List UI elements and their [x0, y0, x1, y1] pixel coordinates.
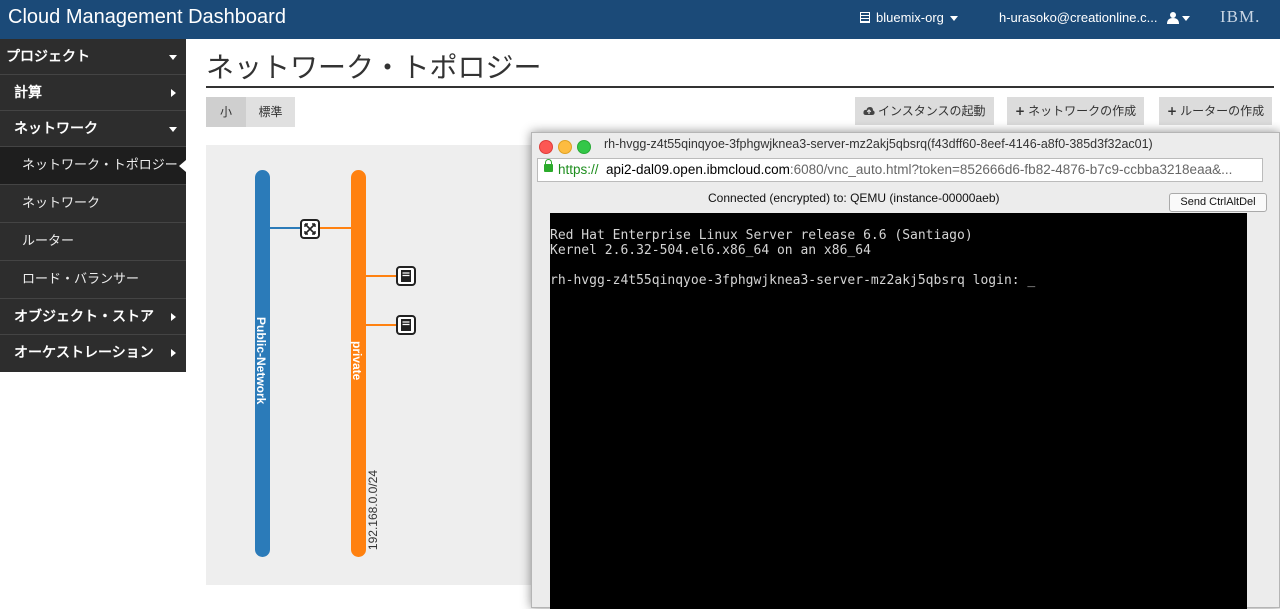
- sidebar-item-load-balancers[interactable]: ロード・バランサー: [0, 261, 186, 299]
- ibm-logo: IBM.: [1220, 7, 1261, 26]
- title-divider: [206, 86, 1274, 88]
- url-scheme: https://: [558, 162, 599, 177]
- chevron-down-icon: [169, 55, 177, 60]
- sidebar-item-label: プロジェクト: [6, 49, 90, 65]
- public-network-label: Public-Network: [254, 317, 268, 405]
- org-icon: [860, 12, 870, 23]
- minimize-window-icon[interactable]: [558, 140, 572, 154]
- instance-link-line: [366, 324, 396, 326]
- url-host: api2-dal09.open.ibmcloud.com: [606, 162, 790, 177]
- size-small-button[interactable]: 小: [206, 97, 246, 127]
- maximize-window-icon[interactable]: [577, 140, 591, 154]
- instance-icon[interactable]: [396, 266, 416, 290]
- chevron-right-icon: [171, 89, 176, 97]
- window-title: rh-hvgg-z4t55qinqyoe-3fphgwjknea3-server…: [604, 137, 1153, 151]
- sidebar-item-label: ルーター: [22, 234, 75, 249]
- sidebar-item-network-topology[interactable]: ネットワーク・トポロジー: [0, 147, 186, 185]
- sidebar-item-label: オブジェクト・ストア: [14, 309, 154, 325]
- sidebar-item-orchestration[interactable]: オーケストレーション: [0, 335, 186, 371]
- address-bar[interactable]: https:// api2-dal09.open.ibmcloud.com:60…: [537, 158, 1263, 182]
- app-title[interactable]: Cloud Management Dashboard: [8, 6, 286, 29]
- sidebar-item-label: ネットワーク・トポロジー: [22, 158, 178, 173]
- sidebar-item-label: ロード・バランサー: [22, 272, 140, 287]
- vnc-console-window: rh-hvgg-z4t55qinqyoe-3fphgwjknea3-server…: [531, 132, 1280, 609]
- cloud-upload-icon: [863, 98, 875, 126]
- instance-icon[interactable]: [396, 315, 416, 339]
- vnc-console-screen[interactable]: Red Hat Enterprise Linux Server release …: [550, 213, 1247, 609]
- private-network-label: private: [350, 341, 364, 381]
- router-link-line: [319, 227, 351, 229]
- user-menu[interactable]: h-urasoko@creationline.c...: [999, 10, 1191, 27]
- plus-icon: +: [1015, 104, 1026, 118]
- page-title: ネットワーク・トポロジー: [206, 51, 542, 84]
- connection-status: Connected (encrypted) to: QEMU (instance…: [708, 191, 1000, 205]
- plus-icon: +: [1167, 104, 1178, 118]
- create-network-label: ネットワークの作成: [1028, 104, 1137, 118]
- sidebar-item-label: オーケストレーション: [14, 345, 154, 361]
- chevron-down-icon: [1182, 16, 1191, 22]
- console-line: Kernel 2.6.32-504.el6.x86_64 on an x86_6…: [550, 243, 871, 258]
- org-selector[interactable]: bluemix-org: [860, 10, 958, 25]
- top-navbar: Cloud Management Dashboard bluemix-org h…: [0, 0, 1280, 39]
- send-ctrl-alt-del-button[interactable]: Send CtrlAltDel: [1169, 193, 1267, 212]
- user-email: h-urasoko@creationline.c...: [999, 10, 1158, 25]
- launch-instance-button[interactable]: インスタンスの起動: [855, 97, 994, 125]
- create-router-label: ルーターの作成: [1180, 104, 1265, 118]
- sidebar-item-label: ネットワーク: [14, 121, 98, 137]
- router-link-line: [269, 227, 301, 229]
- close-window-icon[interactable]: [539, 140, 553, 154]
- console-line: Red Hat Enterprise Linux Server release …: [550, 228, 973, 243]
- user-icon: [1167, 11, 1180, 27]
- console-output: Red Hat Enterprise Linux Server release …: [550, 228, 1035, 288]
- org-label: bluemix-org: [876, 10, 944, 25]
- launch-instance-label: インスタンスの起動: [878, 104, 986, 118]
- sidebar-item-project[interactable]: プロジェクト: [0, 39, 186, 75]
- chevron-right-icon: [171, 313, 176, 321]
- instance-link-line: [366, 275, 396, 277]
- chevron-down-icon: [949, 16, 958, 22]
- sidebar-item-label: ネットワーク: [22, 196, 101, 211]
- router-icon[interactable]: [300, 219, 320, 243]
- sidebar-item-networks[interactable]: ネットワーク: [0, 185, 186, 223]
- lock-icon: [544, 159, 553, 172]
- active-indicator: [179, 160, 186, 172]
- sidebar: プロジェクト 計算 ネットワーク ネットワーク・トポロジー ネットワーク ルータ…: [0, 39, 186, 372]
- console-line: rh-hvgg-z4t55qinqyoe-3fphgwjknea3-server…: [550, 273, 1036, 288]
- size-normal-button[interactable]: 標準: [246, 97, 295, 127]
- sidebar-item-object-store[interactable]: オブジェクト・ストア: [0, 299, 186, 335]
- create-router-button[interactable]: + ルーターの作成: [1159, 97, 1273, 125]
- sidebar-item-compute[interactable]: 計算: [0, 75, 186, 111]
- create-network-button[interactable]: + ネットワークの作成: [1007, 97, 1145, 125]
- url-text: api2-dal09.open.ibmcloud.com:6080/vnc_au…: [606, 162, 1232, 177]
- url-path: :6080/vnc_auto.html?token=852666d6-fb82-…: [789, 162, 1233, 177]
- private-network-cidr: 192.168.0.0/24: [366, 470, 380, 551]
- sidebar-item-label: 計算: [14, 85, 42, 101]
- sidebar-item-network[interactable]: ネットワーク: [0, 111, 186, 147]
- chevron-down-icon: [169, 127, 177, 132]
- sidebar-item-routers[interactable]: ルーター: [0, 223, 186, 261]
- chevron-right-icon: [171, 349, 176, 357]
